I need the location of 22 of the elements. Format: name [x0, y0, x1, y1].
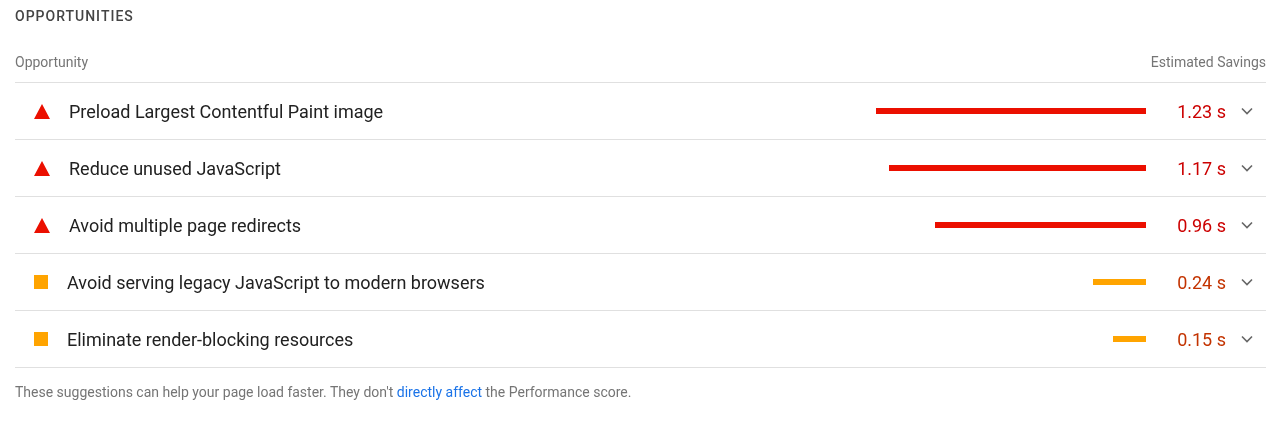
column-header: Estimated Savings: [1150, 54, 1266, 70]
column-header: Opportunity: [15, 54, 89, 70]
opportunity-title[interactable]: Reduce unused JavaScript: [69, 157, 846, 179]
savings-bar: [1113, 336, 1146, 342]
opportunity-title[interactable]: Avoid serving legacy JavaScript to modern browsers: [67, 271, 846, 293]
chevron-icon[interactable]: [1241, 278, 1253, 286]
opportunity-title[interactable]: Eliminate render-blocking resources: [67, 328, 846, 350]
directly-affect-link[interactable]: directly affect: [396, 384, 483, 400]
chevron-icon[interactable]: [1241, 335, 1253, 343]
opportunity-title[interactable]: Avoid multiple page redirects: [69, 214, 846, 236]
chevron-icon[interactable]: [1241, 164, 1253, 172]
chevron-icon[interactable]: [1241, 221, 1253, 229]
savings-value: 1.17 s: [1176, 157, 1226, 179]
savings-value: 0.15 s: [1176, 328, 1226, 350]
footer-note: These suggestions can help your page load faster. They don't directly affect the Performance score.: [15, 384, 633, 400]
savings-value: 1.23 s: [1176, 100, 1226, 122]
savings-value: 0.24 s: [1176, 271, 1226, 293]
savings-bar: [1093, 279, 1146, 285]
savings-value: 0.96 s: [1176, 214, 1226, 236]
section-title: OPPORTUNITIES: [15, 7, 135, 26]
opportunity-title[interactable]: Preload Largest Contentful Paint image: [69, 100, 846, 122]
chevron-icon[interactable]: [1241, 107, 1253, 115]
